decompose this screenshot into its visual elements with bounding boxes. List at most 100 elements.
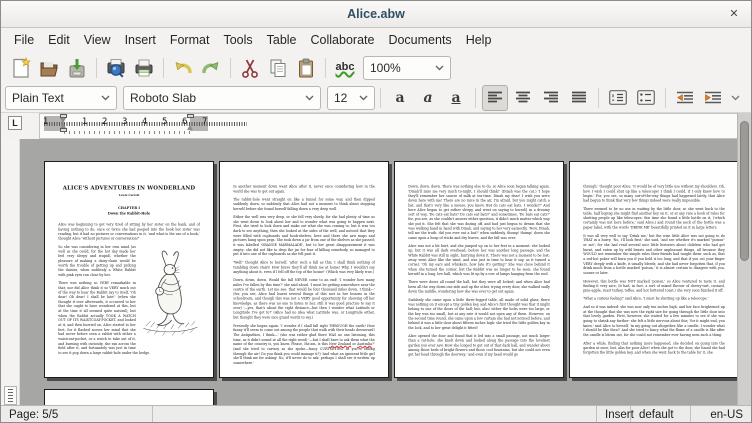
toolbar-separator [325, 58, 326, 78]
print-icon [133, 57, 155, 79]
zoom-select[interactable]: 100% [363, 56, 451, 80]
paragraph: Down, down, down. There was nothing else… [408, 184, 550, 240]
new-document-icon [10, 57, 32, 79]
menu-format[interactable]: Format [163, 30, 217, 50]
align-justify-button[interactable] [566, 85, 592, 111]
print-button[interactable] [131, 55, 157, 81]
paste-icon [295, 57, 317, 79]
ruler-number: 7 [202, 117, 207, 127]
paragraph: However, this bottle was NOT marked 'poi… [583, 279, 725, 293]
left-indent-marker[interactable] [60, 114, 67, 132]
paste-button[interactable] [293, 55, 319, 81]
style-indicator[interactable]: default [631, 406, 691, 423]
tab-stop-selector[interactable]: L [8, 116, 22, 130]
chevron-down-icon [731, 95, 740, 101]
menu-documents[interactable]: Documents [381, 30, 458, 50]
align-right-button[interactable] [538, 85, 564, 111]
new-document-button[interactable] [8, 55, 34, 81]
italic-button[interactable]: a [415, 85, 441, 111]
menu-view[interactable]: View [77, 30, 118, 50]
menu-edit[interactable]: Edit [41, 30, 77, 50]
chevron-down-icon [305, 95, 314, 101]
ruler-number: 1 [82, 117, 87, 127]
redo-icon [200, 57, 222, 79]
insert-mode-indicator[interactable]: Insert [597, 406, 631, 423]
underline-button[interactable]: a [443, 85, 469, 111]
font-size-select[interactable]: 12 [327, 86, 375, 110]
paragraph: There seemed to be no use in waiting by … [583, 207, 725, 230]
print-preview-button[interactable] [103, 55, 129, 81]
paragraph: through,' thought poor Alice, 'it would … [583, 184, 725, 203]
menu-bar: File Edit View Insert Format Tools Table… [1, 28, 751, 52]
menu-insert[interactable]: Insert [118, 30, 163, 50]
align-center-icon [515, 91, 531, 104]
increase-indent-button[interactable] [700, 85, 726, 111]
toolbar-separator [598, 88, 599, 108]
title-bar[interactable]: Alice.abw ✕ [1, 1, 751, 28]
page-3[interactable]: Down, down, down. There was nothing else… [394, 161, 564, 378]
format-toolbar: Plain Text Roboto Slab 12 a a a [1, 83, 751, 113]
document-author: Lewis Carroll [58, 193, 200, 197]
ruler-number: 2 [102, 117, 107, 127]
bulleted-list-button[interactable] [633, 85, 659, 111]
paragraph: In another moment down went Alice after … [233, 184, 375, 193]
menu-help[interactable]: Help [459, 30, 499, 50]
menu-file[interactable]: File [7, 30, 41, 50]
align-center-button[interactable] [510, 85, 536, 111]
undo-icon [172, 57, 194, 79]
undo-button[interactable] [170, 55, 196, 81]
vertical-ruler[interactable] [1, 139, 20, 405]
chapter-subheading: Down the Rabbit-Hole [58, 211, 200, 216]
scrollbar-thumb[interactable] [740, 121, 749, 261]
chevron-down-icon [435, 65, 444, 71]
decrease-indent-button[interactable] [672, 85, 698, 111]
decrease-indent-icon [676, 91, 694, 105]
right-indent-marker[interactable] [187, 114, 194, 130]
paragraph: Suddenly she came upon a little three-le… [408, 298, 550, 331]
ruler-number: 5 [162, 117, 167, 127]
menu-tools[interactable]: Tools [216, 30, 259, 50]
chevron-down-icon [101, 95, 110, 101]
menu-collaborate[interactable]: Collaborate [304, 30, 382, 50]
paragraph: It was all very well to say 'Drink me,' … [583, 234, 725, 276]
close-icon[interactable]: ✕ [727, 7, 741, 21]
document-canvas[interactable]: ALICE'S ADVENTURES IN WONDERLAND Lewis C… [20, 139, 739, 405]
spellcheck-button[interactable]: abc [332, 55, 358, 81]
vertical-scrollbar[interactable] [737, 113, 751, 405]
page-5[interactable] [44, 389, 214, 405]
cut-button[interactable] [237, 55, 263, 81]
numbered-list-button[interactable] [605, 85, 631, 111]
style-value: Plain Text [12, 91, 64, 105]
open-button[interactable] [36, 55, 62, 81]
copy-icon [267, 57, 289, 79]
redo-button[interactable] [198, 55, 224, 81]
style-select[interactable]: Plain Text [5, 86, 117, 110]
chapter-heading: CHAPTER I [58, 206, 200, 211]
align-right-icon [543, 91, 559, 104]
toolbar-separator [380, 88, 381, 108]
font-select[interactable]: Roboto Slab [123, 86, 321, 110]
bold-button[interactable]: a [387, 85, 413, 111]
align-left-button[interactable] [482, 85, 508, 111]
status-bar: Page: 5/5 Insert default en-US [1, 405, 751, 423]
page-2[interactable]: In another moment down went Alice after … [219, 161, 389, 378]
horizontal-ruler[interactable]: 1 1 2 3 4 5 6 7 [39, 113, 739, 139]
page-1[interactable]: ALICE'S ADVENTURES IN WONDERLAND Lewis C… [44, 161, 214, 378]
menu-table[interactable]: Table [260, 30, 304, 50]
paragraph: Down, down, down. Would the fall NEVER c… [233, 278, 375, 320]
page-indicator: Page: 5/5 [1, 406, 153, 423]
zoom-value: 100% [370, 61, 401, 75]
page-4[interactable]: through,' thought poor Alice, 'it would … [569, 161, 739, 378]
align-justify-icon [571, 91, 587, 104]
bulleted-list-icon [637, 90, 655, 105]
bold-icon: a [395, 91, 404, 105]
toolbar-separator [163, 58, 164, 78]
toolbar-separator [96, 58, 97, 78]
toolbar-overflow-button[interactable] [731, 95, 740, 101]
copy-button[interactable] [265, 55, 291, 81]
white-rabbit-illustration [140, 246, 200, 349]
toolbar-separator [475, 88, 476, 108]
align-left-icon [487, 91, 503, 104]
language-indicator[interactable]: en-US [691, 406, 751, 423]
save-button[interactable] [64, 55, 90, 81]
